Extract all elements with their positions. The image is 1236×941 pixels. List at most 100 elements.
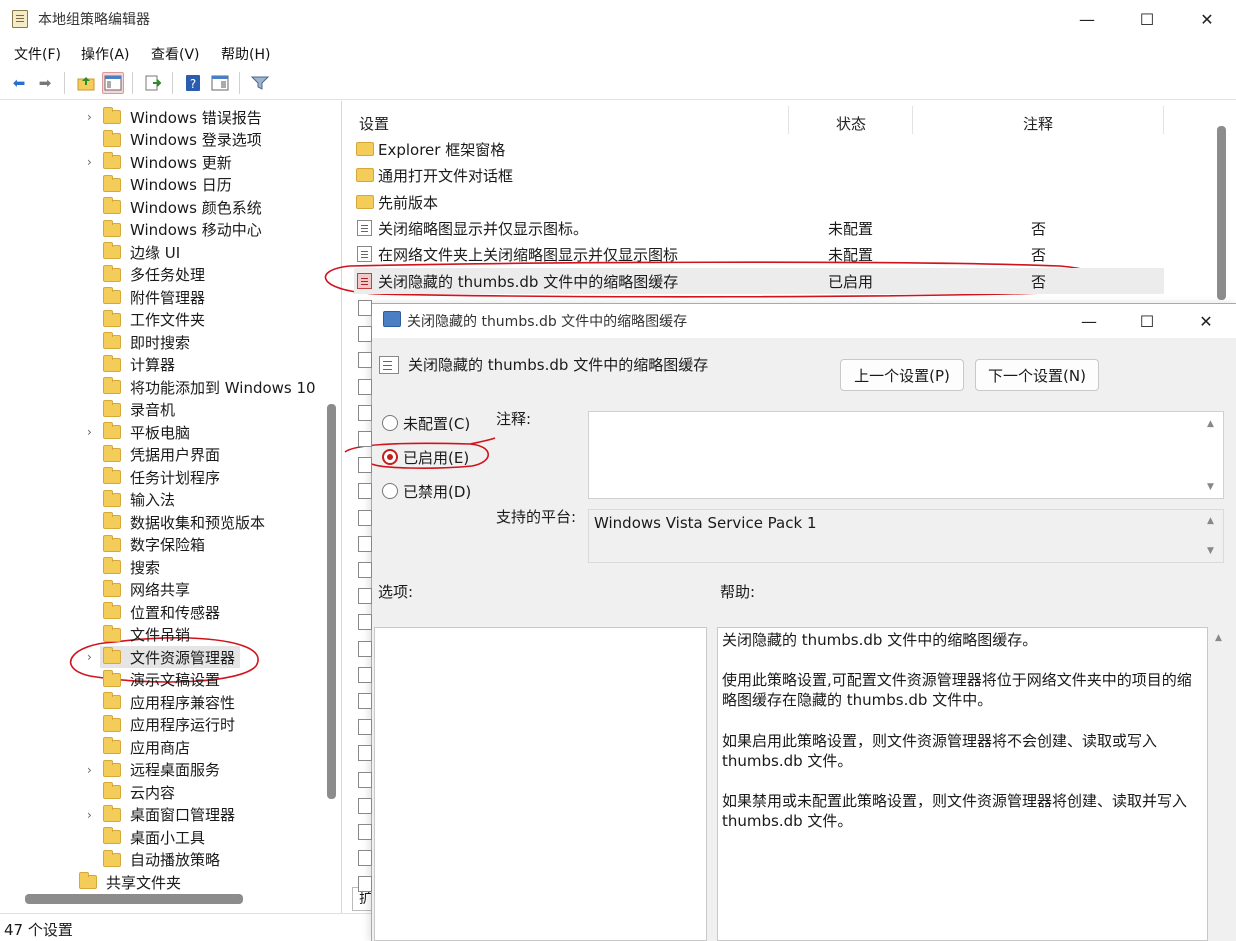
scroll-down-arrow-icon[interactable]: ▼ bbox=[1207, 546, 1214, 556]
tree-item[interactable]: 任务计划程序 bbox=[0, 466, 320, 488]
chevron-right-icon[interactable]: › bbox=[87, 155, 97, 169]
scroll-up-arrow-icon[interactable]: ▲ bbox=[1215, 633, 1222, 643]
tree-item[interactable]: 位置和传感器 bbox=[0, 601, 320, 623]
list-row[interactable]: 关闭缩略图显示并仅显示图标。 未配置 否 bbox=[354, 215, 1164, 241]
folder-icon bbox=[103, 444, 121, 462]
tree-item[interactable]: 输入法 bbox=[0, 489, 320, 511]
radio-label: 未配置(C) bbox=[403, 414, 471, 433]
next-setting-button[interactable]: 下一个设置(N) bbox=[975, 359, 1099, 391]
tree-item[interactable]: 云内容 bbox=[0, 781, 320, 803]
comment-textarea[interactable] bbox=[588, 411, 1224, 499]
column-divider[interactable] bbox=[788, 106, 789, 134]
scroll-up-arrow-icon[interactable]: ▲ bbox=[1207, 516, 1214, 526]
tree-item[interactable]: Windows 日历 bbox=[0, 174, 320, 196]
tree-item[interactable]: 计算器 bbox=[0, 354, 320, 376]
list-row[interactable]: 通用打开文件对话框 bbox=[354, 162, 1164, 188]
column-header-state[interactable]: 状态 bbox=[836, 113, 866, 134]
properties-icon[interactable] bbox=[209, 72, 231, 94]
tree-item[interactable]: Windows 颜色系统 bbox=[0, 196, 320, 218]
menu-view[interactable]: 查看(V) bbox=[151, 44, 200, 64]
export-list-icon[interactable] bbox=[142, 72, 164, 94]
radio-enabled[interactable]: 已启用(E) bbox=[382, 446, 469, 468]
tree-item-shared-folders[interactable]: 共享文件夹 bbox=[0, 871, 320, 893]
chevron-right-icon[interactable]: › bbox=[87, 110, 97, 124]
list-cell-note: 否 bbox=[1031, 219, 1047, 238]
tree-item[interactable]: 演示文稿设置 bbox=[0, 669, 320, 691]
tree-item[interactable]: › 远程桌面服务 bbox=[0, 759, 320, 781]
tree-item[interactable]: 应用程序兼容性 bbox=[0, 691, 320, 713]
radio-circle-selected[interactable] bbox=[382, 449, 398, 465]
setting-icon bbox=[357, 246, 372, 263]
list-row[interactable]: Explorer 框架窗格 bbox=[354, 136, 1164, 162]
tree-item[interactable]: › 文件资源管理器 bbox=[87, 646, 240, 668]
tree-item[interactable]: 应用程序运行时 bbox=[0, 714, 320, 736]
dialog-minimize-button[interactable]: — bbox=[1066, 304, 1112, 338]
radio-circle[interactable] bbox=[382, 483, 398, 499]
list-row[interactable]: 关闭隐藏的 thumbs.db 文件中的缩略图缓存 已启用 否 bbox=[354, 267, 1164, 294]
previous-setting-button[interactable]: 上一个设置(P) bbox=[840, 359, 964, 391]
list-row[interactable]: 先前版本 bbox=[354, 189, 1164, 215]
help-icon[interactable]: ? bbox=[182, 72, 204, 94]
tree-item[interactable]: 应用商店 bbox=[0, 736, 320, 758]
radio-circle[interactable] bbox=[382, 415, 398, 431]
tree-item[interactable]: 文件吊销 bbox=[0, 624, 320, 646]
tree-item[interactable]: › 桌面窗口管理器 bbox=[0, 804, 320, 826]
tree-item[interactable]: 录音机 bbox=[0, 399, 320, 421]
tree-item[interactable]: › 平板电脑 bbox=[0, 421, 320, 443]
tree-item[interactable]: › Windows 错误报告 bbox=[0, 106, 320, 128]
tree-item[interactable]: Windows 登录选项 bbox=[0, 129, 320, 151]
tree-item[interactable]: 多任务处理 bbox=[0, 264, 320, 286]
dialog-close-button[interactable]: ✕ bbox=[1183, 304, 1229, 338]
column-divider[interactable] bbox=[912, 106, 913, 134]
close-button[interactable]: ✕ bbox=[1184, 0, 1230, 38]
tree-vertical-scrollbar[interactable] bbox=[327, 404, 336, 799]
menu-file[interactable]: 文件(F) bbox=[14, 44, 61, 64]
tree-item[interactable]: 凭据用户界面 bbox=[0, 444, 320, 466]
tree-item[interactable]: 数据收集和预览版本 bbox=[0, 511, 320, 533]
tree-item-label: 输入法 bbox=[130, 491, 176, 509]
chevron-right-icon[interactable]: › bbox=[87, 650, 97, 664]
list-row[interactable]: 在网络文件夹上关闭缩略图显示并仅显示图标 未配置 否 bbox=[354, 241, 1164, 267]
chevron-right-icon[interactable]: › bbox=[87, 425, 97, 439]
show-hide-tree-icon[interactable] bbox=[102, 72, 124, 94]
scroll-down-arrow-icon[interactable]: ▼ bbox=[1207, 482, 1214, 492]
list-vertical-scrollbar[interactable] bbox=[1217, 126, 1226, 300]
tree-item[interactable]: 即时搜索 bbox=[0, 331, 320, 353]
forward-arrow-icon[interactable]: ➡ bbox=[34, 72, 56, 94]
folder-icon bbox=[79, 872, 97, 889]
menu-help[interactable]: 帮助(H) bbox=[221, 44, 270, 64]
back-arrow-icon[interactable]: ⬅ bbox=[8, 72, 30, 94]
tree-horizontal-scrollbar[interactable] bbox=[25, 894, 243, 904]
folder-icon bbox=[103, 782, 121, 799]
platform-box: Windows Vista Service Pack 1 bbox=[588, 509, 1224, 563]
up-folder-icon[interactable] bbox=[75, 72, 97, 94]
radio-disabled[interactable]: 已禁用(D) bbox=[382, 480, 471, 502]
chevron-right-icon[interactable]: › bbox=[87, 808, 97, 822]
tree-item[interactable]: 边缘 UI bbox=[0, 241, 320, 263]
tree-item[interactable]: › Windows 更新 bbox=[0, 151, 320, 173]
column-divider[interactable] bbox=[1163, 106, 1164, 134]
column-header-note[interactable]: 注释 bbox=[1023, 113, 1053, 134]
dialog-maximize-button[interactable]: ☐ bbox=[1124, 304, 1170, 338]
tree-item[interactable]: 数字保险箱 bbox=[0, 534, 320, 556]
setting-icon bbox=[358, 535, 372, 552]
radio-label: 已禁用(D) bbox=[403, 482, 472, 501]
toolbar-separator bbox=[132, 72, 133, 94]
tree-item[interactable]: Windows 移动中心 bbox=[0, 219, 320, 241]
maximize-button[interactable]: ☐ bbox=[1124, 0, 1170, 38]
column-header-setting[interactable]: 设置 bbox=[359, 113, 389, 134]
tree-item[interactable]: 将功能添加到 Windows 10 bbox=[0, 376, 320, 398]
radio-not-configured[interactable]: 未配置(C) bbox=[382, 412, 470, 434]
folder-icon bbox=[103, 714, 121, 732]
menu-action[interactable]: 操作(A) bbox=[81, 44, 130, 64]
tree-item[interactable]: 自动播放策略 bbox=[0, 849, 320, 871]
tree-item[interactable]: 搜索 bbox=[0, 556, 320, 578]
scroll-up-arrow-icon[interactable]: ▲ bbox=[1207, 419, 1214, 429]
filter-icon[interactable] bbox=[249, 72, 271, 94]
tree-item[interactable]: 桌面小工具 bbox=[0, 826, 320, 848]
tree-item[interactable]: 网络共享 bbox=[0, 579, 320, 601]
tree-item[interactable]: 工作文件夹 bbox=[0, 309, 320, 331]
minimize-button[interactable]: — bbox=[1064, 0, 1110, 38]
tree-item[interactable]: 附件管理器 bbox=[0, 286, 320, 308]
chevron-right-icon[interactable]: › bbox=[87, 763, 97, 777]
